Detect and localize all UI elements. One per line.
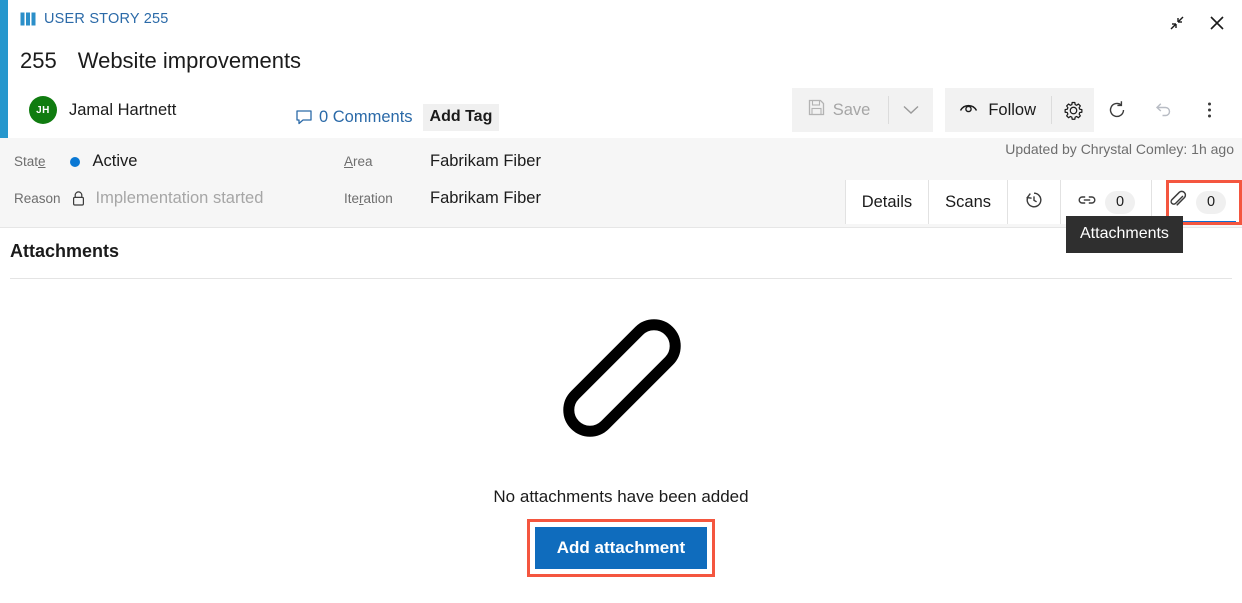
- save-label: Save: [832, 100, 871, 119]
- work-item-meta-row: 0 Comments Add Tag: [296, 104, 500, 131]
- save-button-group: Save: [791, 88, 934, 132]
- collapse-arrows-icon[interactable]: [1160, 8, 1194, 38]
- attachments-empty-state: No attachments have been added Add attac…: [0, 300, 1242, 577]
- field-area-label: Area: [344, 154, 373, 169]
- tab-details[interactable]: Details: [844, 180, 929, 224]
- work-item-title-row: 255 Website improvements: [20, 48, 301, 74]
- work-item-toolbar: Save Follow: [791, 88, 1232, 132]
- state-dot-icon: [69, 156, 80, 167]
- attachments-tooltip: Attachments: [1066, 216, 1183, 253]
- more-vertical-icon[interactable]: [1186, 88, 1232, 132]
- field-area-value: Fabrikam Fiber: [430, 152, 541, 170]
- field-iteration-label: Iteration: [344, 191, 393, 206]
- work-item-type-accent-bar: [0, 0, 8, 140]
- work-item-type-header: USER STORY 255: [20, 11, 169, 27]
- save-disk-icon: [808, 99, 825, 121]
- window-controls: [1160, 8, 1234, 38]
- work-item-id: 255: [20, 48, 57, 73]
- content-divider: [10, 278, 1232, 279]
- field-state[interactable]: State Active: [14, 152, 137, 171]
- work-item-title[interactable]: Website improvements: [78, 48, 301, 74]
- follow-button[interactable]: Follow: [945, 88, 1051, 132]
- user-story-icon: [20, 12, 37, 26]
- field-iteration[interactable]: Iteration Fabrikam Fiber: [344, 189, 541, 208]
- undo-icon[interactable]: [1140, 88, 1186, 132]
- updated-by-text: Updated by Chrystal Comley: 1h ago: [1005, 141, 1234, 157]
- assignee-row[interactable]: JH Jamal Hartnett: [29, 96, 176, 124]
- comment-bubble-icon: [296, 110, 312, 125]
- chevron-down-icon[interactable]: [889, 88, 933, 132]
- add-attachment-button[interactable]: Add attachment: [534, 527, 708, 569]
- field-iteration-value: Fabrikam Fiber: [430, 189, 541, 207]
- follow-button-group: Follow: [945, 88, 1094, 132]
- add-tag-button[interactable]: Add Tag: [422, 104, 500, 131]
- lock-icon: [72, 191, 85, 206]
- page-title: Attachments: [10, 241, 120, 261]
- avatar: JH: [29, 96, 57, 124]
- add-attachment-wrapper: Add attachment: [526, 519, 716, 577]
- eye-icon: [959, 101, 978, 120]
- field-area[interactable]: Area Fabrikam Fiber: [344, 152, 541, 171]
- field-state-value: Active: [92, 152, 138, 170]
- field-reason-value: Implementation started: [95, 189, 264, 207]
- history-icon: [1024, 190, 1044, 215]
- close-icon[interactable]: [1200, 8, 1234, 38]
- tab-scans-label: Scans: [945, 192, 991, 211]
- comments-link[interactable]: 0 Comments: [296, 108, 413, 127]
- tab-links-badge: 0: [1105, 190, 1135, 214]
- follow-label: Follow: [988, 100, 1036, 119]
- gear-icon[interactable]: [1052, 88, 1094, 132]
- field-reason-label: Reason: [14, 191, 61, 206]
- tab-attachments-badge: 0: [1196, 190, 1226, 214]
- assignee-name: Jamal Hartnett: [69, 100, 177, 119]
- link-icon: [1077, 193, 1097, 212]
- paperclip-large-icon: [561, 300, 681, 455]
- tab-details-label: Details: [861, 192, 913, 211]
- tab-scans[interactable]: Scans: [928, 180, 1007, 224]
- refresh-icon[interactable]: [1094, 88, 1140, 132]
- comments-count-label: 0 Comments: [319, 108, 413, 126]
- work-item-type-label: USER STORY 255: [44, 11, 169, 27]
- field-state-label: State: [14, 154, 46, 169]
- paperclip-icon: [1168, 190, 1188, 215]
- tab-history[interactable]: [1007, 180, 1060, 224]
- field-reason: Reason Implementation started: [14, 189, 263, 208]
- save-button[interactable]: Save: [792, 88, 889, 132]
- empty-state-message: No attachments have been added: [493, 487, 749, 506]
- work-item-dialog: USER STORY 255 255 Website improvements …: [0, 0, 1242, 603]
